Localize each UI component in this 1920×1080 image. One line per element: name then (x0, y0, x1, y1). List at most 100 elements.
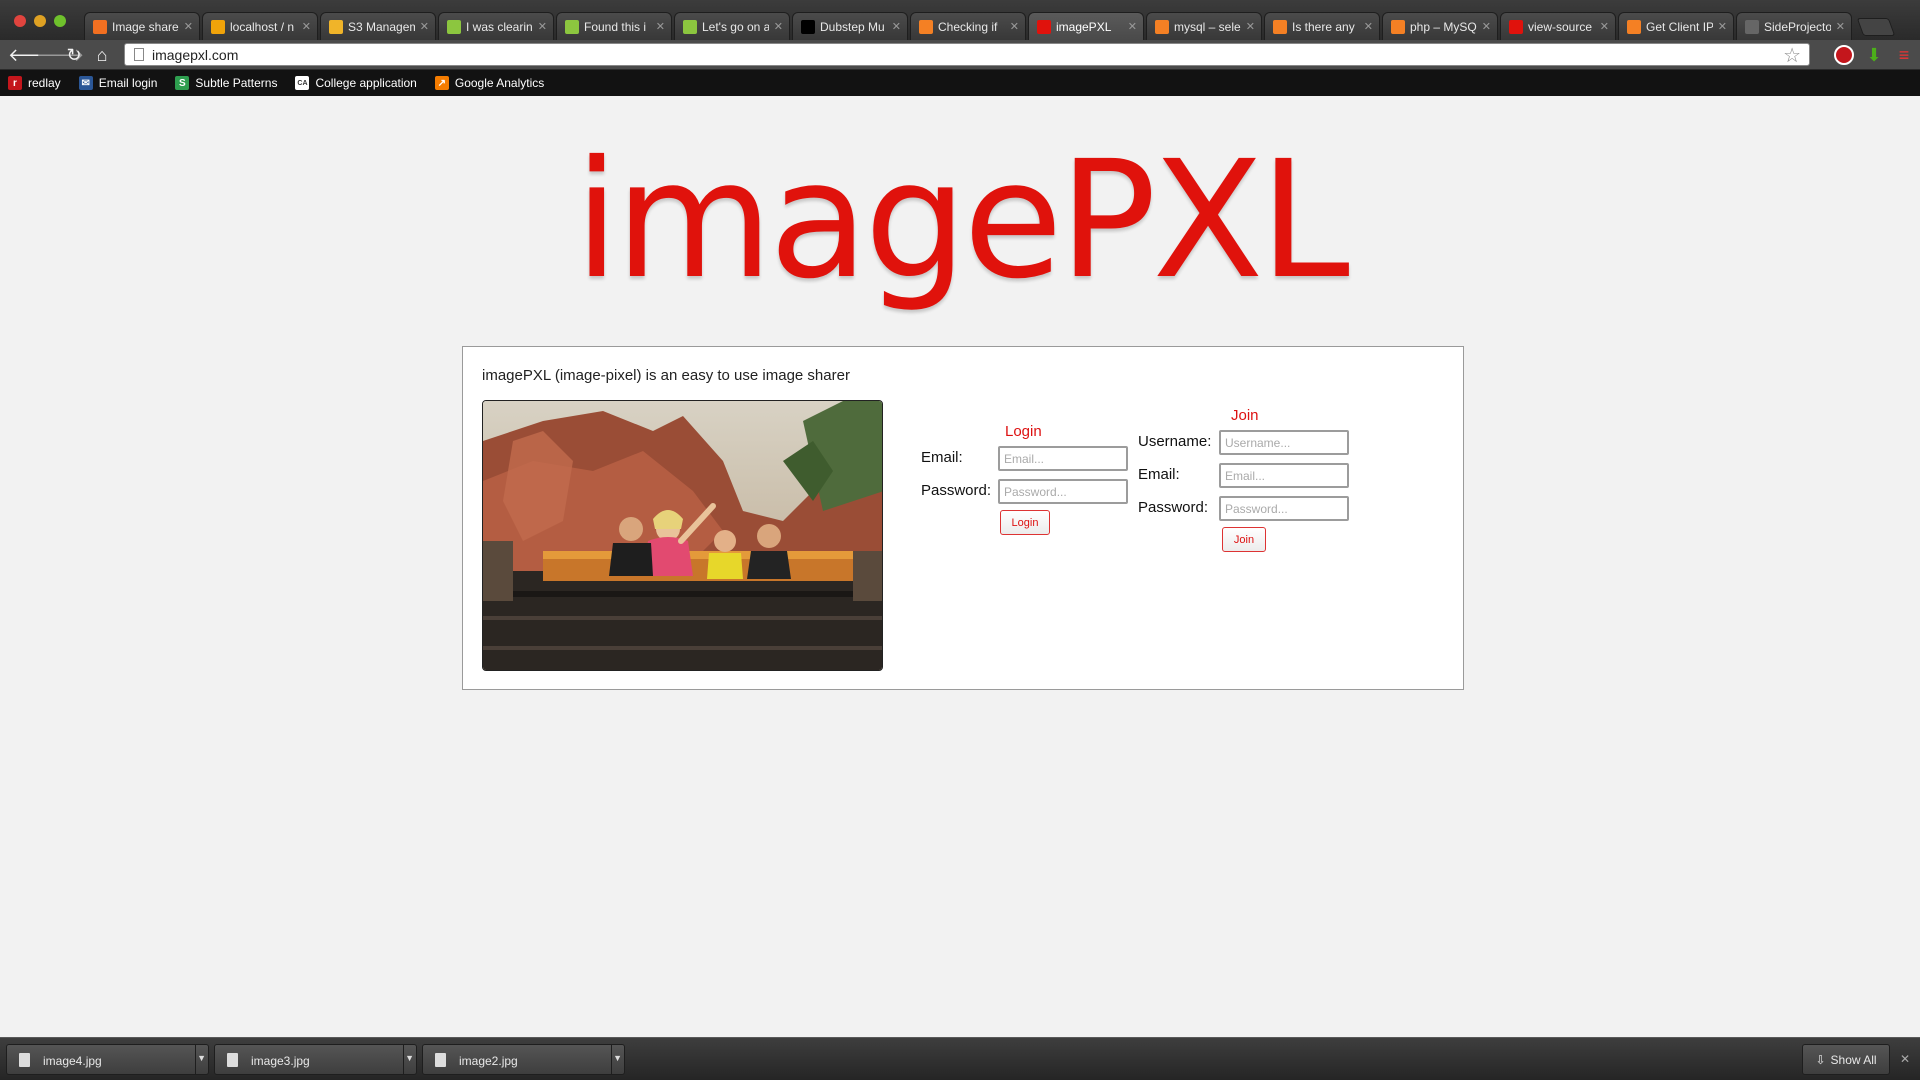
bookmarks-bar: r redlay ✉ Email login S Subtle Patterns CA Col… (0, 70, 1920, 96)
browser-tab[interactable]: imagePXL ✕ (1028, 12, 1144, 40)
bookmark-item[interactable]: ✉ Email login (78, 76, 157, 90)
browser-tab[interactable]: Checking if ✕ (910, 12, 1026, 40)
close-tab-icon[interactable]: ✕ (538, 20, 547, 33)
close-tab-icon[interactable]: ✕ (1364, 20, 1373, 33)
login-email-label: Email: (921, 449, 963, 466)
close-tab-icon[interactable]: ✕ (1128, 20, 1137, 33)
favicon-icon (1745, 19, 1759, 34)
join-email-input[interactable] (1219, 463, 1349, 488)
bookmark-item[interactable]: ↗ Google Analytics (434, 76, 544, 90)
login-button[interactable]: Login (1000, 510, 1050, 535)
hero-image (482, 400, 883, 671)
tab-title: Get Client IP (1646, 19, 1713, 34)
favicon-icon (1155, 19, 1169, 34)
close-tab-icon[interactable]: ✕ (1482, 20, 1491, 33)
bookmark-item[interactable]: r redlay (8, 76, 61, 90)
download-filename: image4.jpg (43, 1054, 102, 1068)
close-tab-icon[interactable]: ✕ (302, 20, 311, 33)
close-tab-icon[interactable]: ✕ (774, 20, 783, 33)
browser-toolbar: 🡐 🡒 ↻ ⌂ imagepxl.com ☆ ⬇ ≡ (0, 40, 1920, 70)
reload-icon[interactable]: ↻ (64, 45, 84, 65)
close-tab-icon[interactable]: ✕ (184, 20, 193, 33)
browser-tab[interactable]: Image share ✕ (84, 12, 200, 40)
download-menu-arrow-icon[interactable]: ▼ (197, 1053, 206, 1063)
bookmark-label: Subtle Patterns (195, 76, 278, 90)
download-filename: image3.jpg (251, 1054, 310, 1068)
bookmark-item[interactable]: CA College application (295, 76, 417, 90)
file-icon (19, 1053, 30, 1067)
back-arrow-icon[interactable]: 🡐 (8, 45, 56, 65)
favicon-icon (211, 19, 225, 34)
tab-title: imagePXL (1056, 19, 1112, 34)
browser-tab[interactable]: S3 Managem ✕ (320, 12, 436, 40)
tab-title: view-source (1528, 19, 1593, 34)
site-logo: imagePXL (574, 127, 1350, 315)
join-username-input[interactable] (1219, 430, 1349, 455)
favicon-icon (1509, 19, 1523, 34)
site-tagline: imagePXL (image-pixel) is an easy to use… (482, 367, 850, 384)
divider (195, 1045, 196, 1074)
download-menu-arrow-icon[interactable]: ▼ (613, 1053, 622, 1063)
favicon-icon (683, 19, 697, 34)
url-text[interactable]: imagepxl.com (152, 47, 238, 63)
browser-tab[interactable]: Is there any ✕ (1264, 12, 1380, 40)
close-tab-icon[interactable]: ✕ (1600, 20, 1609, 33)
close-shelf-icon[interactable]: ✕ (1900, 1052, 1910, 1066)
close-tab-icon[interactable]: ✕ (1718, 20, 1727, 33)
minimize-window-button[interactable] (34, 15, 46, 27)
browser-tab[interactable]: php – MySQ ✕ (1382, 12, 1498, 40)
login-password-label: Password: (921, 482, 992, 499)
browser-tab[interactable]: I was clearin ✕ (438, 12, 554, 40)
show-all-downloads-button[interactable]: ⇩ Show All (1802, 1044, 1890, 1075)
tab-title: mysql – sele (1174, 19, 1241, 34)
bookmark-item[interactable]: S Subtle Patterns (175, 76, 277, 90)
close-tab-icon[interactable]: ✕ (1836, 20, 1845, 33)
extension-shield-icon[interactable] (1834, 45, 1854, 65)
zoom-window-button[interactable] (54, 15, 66, 27)
download-item[interactable]: image2.jpg ▼ (422, 1044, 625, 1075)
menu-icon[interactable]: ≡ (1894, 45, 1914, 65)
tab-title: Image share (112, 19, 179, 34)
join-email-label: Email: (1138, 466, 1180, 483)
bookmark-star-icon[interactable]: ☆ (1783, 43, 1801, 68)
favicon-icon (447, 19, 461, 34)
browser-tab[interactable]: view-source ✕ (1500, 12, 1616, 40)
download-arrow-icon: ⇩ (1815, 1052, 1826, 1067)
download-icon[interactable]: ⬇ (1864, 45, 1884, 65)
favicon-icon (1273, 19, 1287, 34)
bookmark-label: redlay (28, 76, 61, 90)
browser-tab[interactable]: Let's go on a ✕ (674, 12, 790, 40)
browser-tab[interactable]: SideProjecto ✕ (1736, 12, 1852, 40)
download-item[interactable]: image4.jpg ▼ (6, 1044, 209, 1075)
login-email-input[interactable] (998, 446, 1128, 471)
close-tab-icon[interactable]: ✕ (892, 20, 901, 33)
browser-tab[interactable]: localhost / n ✕ (202, 12, 318, 40)
tab-title: SideProjecto (1764, 19, 1831, 34)
tab-title: localhost / n (230, 19, 295, 34)
bookmark-favicon-icon: S (175, 76, 190, 90)
browser-tab[interactable]: Found this i ✕ (556, 12, 672, 40)
join-password-label: Password: (1138, 499, 1209, 516)
close-window-button[interactable] (14, 15, 26, 27)
address-bar[interactable]: imagepxl.com ☆ (124, 43, 1810, 68)
join-button[interactable]: Join (1222, 527, 1266, 552)
bookmark-label: College application (315, 76, 417, 90)
join-username-label: Username: (1138, 433, 1212, 450)
browser-tab[interactable]: Dubstep Mu ✕ (792, 12, 908, 40)
browser-tab[interactable]: Get Client IP ✕ (1618, 12, 1734, 40)
download-item[interactable]: image3.jpg ▼ (214, 1044, 417, 1075)
close-tab-icon[interactable]: ✕ (420, 20, 429, 33)
close-tab-icon[interactable]: ✕ (656, 20, 665, 33)
join-password-input[interactable] (1219, 496, 1349, 521)
browser-tab[interactable]: mysql – sele ✕ (1146, 12, 1262, 40)
divider (403, 1045, 404, 1074)
divider (611, 1045, 612, 1074)
home-icon[interactable]: ⌂ (92, 45, 112, 65)
close-tab-icon[interactable]: ✕ (1010, 20, 1019, 33)
login-password-input[interactable] (998, 479, 1128, 504)
forward-arrow-icon[interactable]: 🡒 (36, 45, 84, 65)
download-menu-arrow-icon[interactable]: ▼ (405, 1053, 414, 1063)
new-tab-button[interactable] (1856, 18, 1896, 36)
join-title: Join (1231, 407, 1259, 424)
close-tab-icon[interactable]: ✕ (1246, 20, 1255, 33)
